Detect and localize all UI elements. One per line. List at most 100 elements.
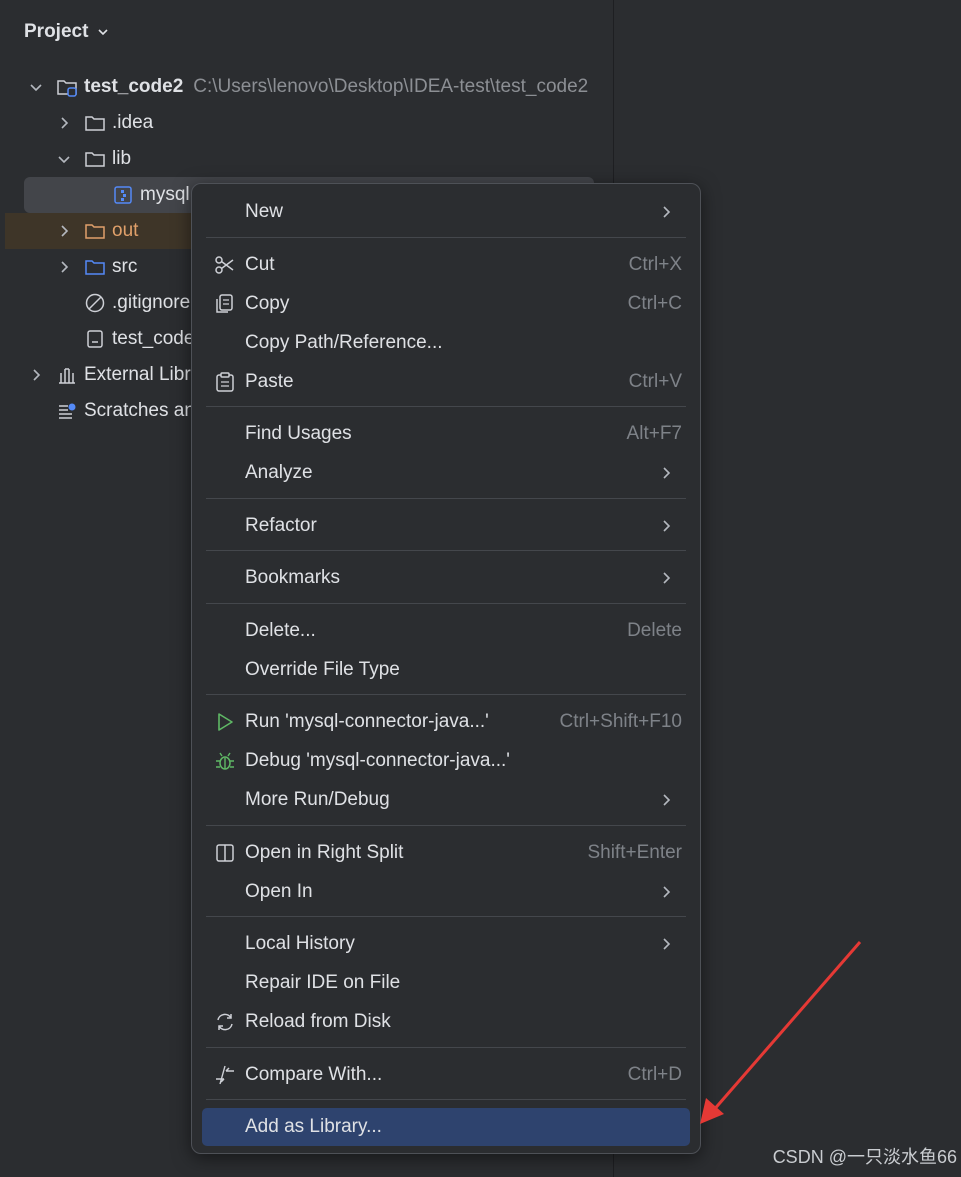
menu-item-compare-with[interactable]: Compare With... Ctrl+D: [204, 1056, 688, 1094]
tree-item-label: lib: [112, 148, 132, 169]
menu-item-paste[interactable]: Paste Ctrl+V: [204, 363, 688, 401]
tree-item-label: Scratches an: [84, 400, 195, 421]
menu-item-analyze[interactable]: Analyze: [204, 454, 688, 492]
menu-item-open-in[interactable]: Open In: [204, 873, 688, 911]
folder-icon: [85, 152, 105, 167]
menu-item-local-history[interactable]: Local History: [204, 925, 688, 963]
shortcut-label: Ctrl+D: [627, 1064, 682, 1085]
paste-icon: [216, 372, 234, 392]
tree-item-label: .idea: [112, 112, 154, 133]
menu-separator: [206, 237, 686, 238]
menu-item-label: Open In: [245, 881, 313, 902]
reload-icon: [217, 1013, 233, 1031]
menu-item-find-usages[interactable]: Find Usages Alt+F7: [204, 415, 688, 453]
menu-item-label: Refactor: [245, 515, 317, 536]
chevron-down-icon[interactable]: [28, 79, 44, 95]
chevron-down-icon: [98, 29, 108, 36]
menu-item-run[interactable]: Run 'mysql-connector-java...' Ctrl+Shift…: [204, 703, 688, 741]
jar-archive-icon: [114, 186, 132, 204]
chevron-right-icon[interactable]: [56, 115, 72, 131]
menu-item-label: Local History: [245, 933, 355, 954]
menu-item-more-run-debug[interactable]: More Run/Debug: [204, 781, 688, 819]
menu-item-label: Compare With...: [245, 1064, 383, 1085]
chevron-right-icon: [663, 206, 671, 218]
debug-icon: [216, 752, 234, 770]
chevron-right-icon[interactable]: [56, 223, 72, 239]
menu-separator: [206, 406, 686, 407]
compare-icon: [216, 1065, 234, 1085]
menu-item-label: Run 'mysql-connector-java...': [245, 711, 489, 732]
tree-item-label: test_code: [112, 328, 195, 349]
menu-item-label: Override File Type: [245, 659, 400, 680]
shortcut-label: Delete: [627, 620, 682, 641]
menu-item-label: Copy Path/Reference...: [245, 332, 443, 353]
menu-item-copy[interactable]: Copy Ctrl+C: [204, 285, 688, 323]
tree-item-lib[interactable]: lib: [0, 141, 613, 177]
menu-item-label: Analyze: [245, 462, 313, 483]
tree-item-label: .gitignore: [112, 292, 191, 313]
menu-item-label: Reload from Disk: [245, 1011, 391, 1032]
menu-item-copy-path[interactable]: Copy Path/Reference...: [204, 324, 688, 362]
menu-separator: [206, 825, 686, 826]
project-view-selector[interactable]: Project: [24, 18, 110, 46]
folder-icon: [85, 116, 105, 131]
source-folder-icon: [85, 260, 105, 275]
menu-item-label: Cut: [245, 254, 275, 275]
context-menu: New Cut Ctrl+X Copy Ctrl+C Copy Path/Ref…: [191, 183, 701, 1154]
run-icon: [218, 713, 233, 731]
shortcut-label: Shift+Enter: [587, 842, 682, 863]
menu-separator: [206, 694, 686, 695]
scissors-icon: [215, 256, 234, 274]
menu-item-label: Open in Right Split: [245, 842, 404, 863]
menu-item-override-file-type[interactable]: Override File Type: [204, 651, 688, 689]
menu-separator: [206, 1099, 686, 1100]
menu-item-cut[interactable]: Cut Ctrl+X: [204, 246, 688, 284]
chevron-right-icon: [663, 572, 671, 584]
watermark: CSDN @一只淡水鱼66: [772, 1147, 957, 1167]
tree-item-label: External Libr: [84, 364, 191, 385]
chevron-right-icon[interactable]: [28, 367, 44, 383]
shortcut-label: Ctrl+C: [627, 293, 682, 314]
project-path: C:\Users\lenovo\Desktop\IDEA-test\test_c…: [193, 76, 589, 97]
library-icon: [59, 368, 75, 384]
menu-item-label: Bookmarks: [245, 567, 341, 588]
chevron-right-icon: [663, 886, 671, 898]
menu-item-label: Find Usages: [245, 423, 352, 444]
menu-separator: [206, 1047, 686, 1048]
menu-item-label: New: [245, 201, 284, 222]
chevron-right-icon: [663, 794, 671, 806]
menu-item-new[interactable]: New: [204, 193, 688, 231]
chevron-right-icon: [663, 520, 671, 532]
menu-item-delete[interactable]: Delete... Delete: [204, 612, 688, 650]
menu-separator: [206, 916, 686, 917]
menu-separator: [206, 498, 686, 499]
tree-item-label: test_code2: [84, 76, 184, 97]
chevron-right-icon[interactable]: [56, 259, 72, 275]
menu-item-bookmarks[interactable]: Bookmarks: [204, 559, 688, 597]
chevron-right-icon: [663, 467, 671, 479]
menu-item-label: Debug 'mysql-connector-java...': [245, 750, 510, 771]
scratches-icon: [59, 403, 76, 419]
shortcut-label: Ctrl+X: [628, 254, 682, 275]
menu-item-label: Repair IDE on File: [245, 972, 401, 993]
module-file-icon: [87, 330, 103, 348]
tree-item-project-root[interactable]: test_code2 C:\Users\lenovo\Desktop\IDEA-…: [0, 69, 613, 105]
module-folder-icon: [57, 80, 77, 97]
menu-item-debug[interactable]: Debug 'mysql-connector-java...': [204, 742, 688, 780]
menu-item-open-right-split[interactable]: Open in Right Split Shift+Enter: [204, 834, 688, 872]
tree-item-label: mysql: [140, 184, 190, 205]
shortcut-label: Alt+F7: [626, 423, 682, 444]
menu-item-label: Paste: [245, 371, 294, 392]
tree-item-idea[interactable]: .idea: [0, 105, 613, 141]
menu-item-label: Copy: [245, 293, 290, 314]
tree-item-label: out: [112, 220, 139, 241]
shortcut-label: Ctrl+V: [628, 371, 682, 392]
chevron-right-icon: [663, 938, 671, 950]
menu-item-repair-ide[interactable]: Repair IDE on File: [204, 964, 688, 1002]
chevron-down-icon[interactable]: [56, 151, 72, 167]
menu-item-add-as-library[interactable]: Add as Library...: [202, 1108, 690, 1146]
menu-item-reload-from-disk[interactable]: Reload from Disk: [204, 1003, 688, 1041]
copy-icon: [216, 294, 233, 313]
menu-item-refactor[interactable]: Refactor: [204, 507, 688, 545]
menu-item-label: Delete...: [245, 620, 316, 641]
